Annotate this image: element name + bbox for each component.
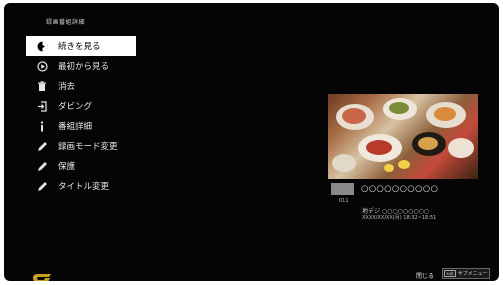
sub-key-icon: sub [444,270,456,277]
menu-item-label: タイトル変更 [58,182,110,192]
menu-item-label: ダビング [58,102,93,112]
menu-item-play-from-start[interactable]: 最初から見る [26,56,136,76]
menu-item-program-details[interactable]: 番組詳細 [26,116,136,136]
menu-item-delete[interactable]: 消去 [26,76,136,96]
menu-item-protect[interactable]: 保護 [26,156,136,176]
page-title: 録画番組詳細 [46,19,86,26]
menu-item-label: 消去 [58,82,76,92]
brand-logo [32,268,52,281]
trash-icon [36,80,48,92]
menu-item-change-recording-mode[interactable]: 録画モード変更 [26,136,136,156]
submenu-label: サブメニュー [457,271,488,277]
channel-number: 011 [339,198,349,204]
program-thumbnail [328,94,478,179]
channel-logo-placeholder [331,183,354,195]
info-icon [36,120,48,132]
pencil-icon [36,180,48,192]
close-button[interactable]: 閉じる [416,271,434,280]
dubbing-icon [36,100,48,112]
menu-item-label: 最初から見る [58,62,110,72]
resume-icon [36,40,48,52]
broadcast-datetime: XXXX/XX/XX(月) 18:32~18:51 [362,215,437,221]
play-icon [36,60,48,72]
menu-item-rename-title[interactable]: タイトル変更 [26,176,136,196]
submenu-button[interactable]: sub サブメニュー [442,268,490,279]
tv-screen: 録画番組詳細 続きを見る 最初から見る 消去 ダビング 番組詳細 録画モード変更… [4,3,499,281]
menu-item-label: 録画モード変更 [58,142,118,152]
pencil-icon [36,140,48,152]
menu-item-label: 続きを見る [58,42,101,52]
menu-item-resume[interactable]: 続きを見る [26,36,136,56]
menu-item-label: 番組詳細 [58,122,93,132]
menu-item-dubbing[interactable]: ダビング [26,96,136,116]
pencil-icon [36,160,48,172]
menu-item-label: 保護 [58,162,76,172]
menu-list: 続きを見る 最初から見る 消去 ダビング 番組詳細 録画モード変更 保護 タイト… [26,36,226,196]
program-title: ○○○○○○○○○○ [361,184,439,194]
